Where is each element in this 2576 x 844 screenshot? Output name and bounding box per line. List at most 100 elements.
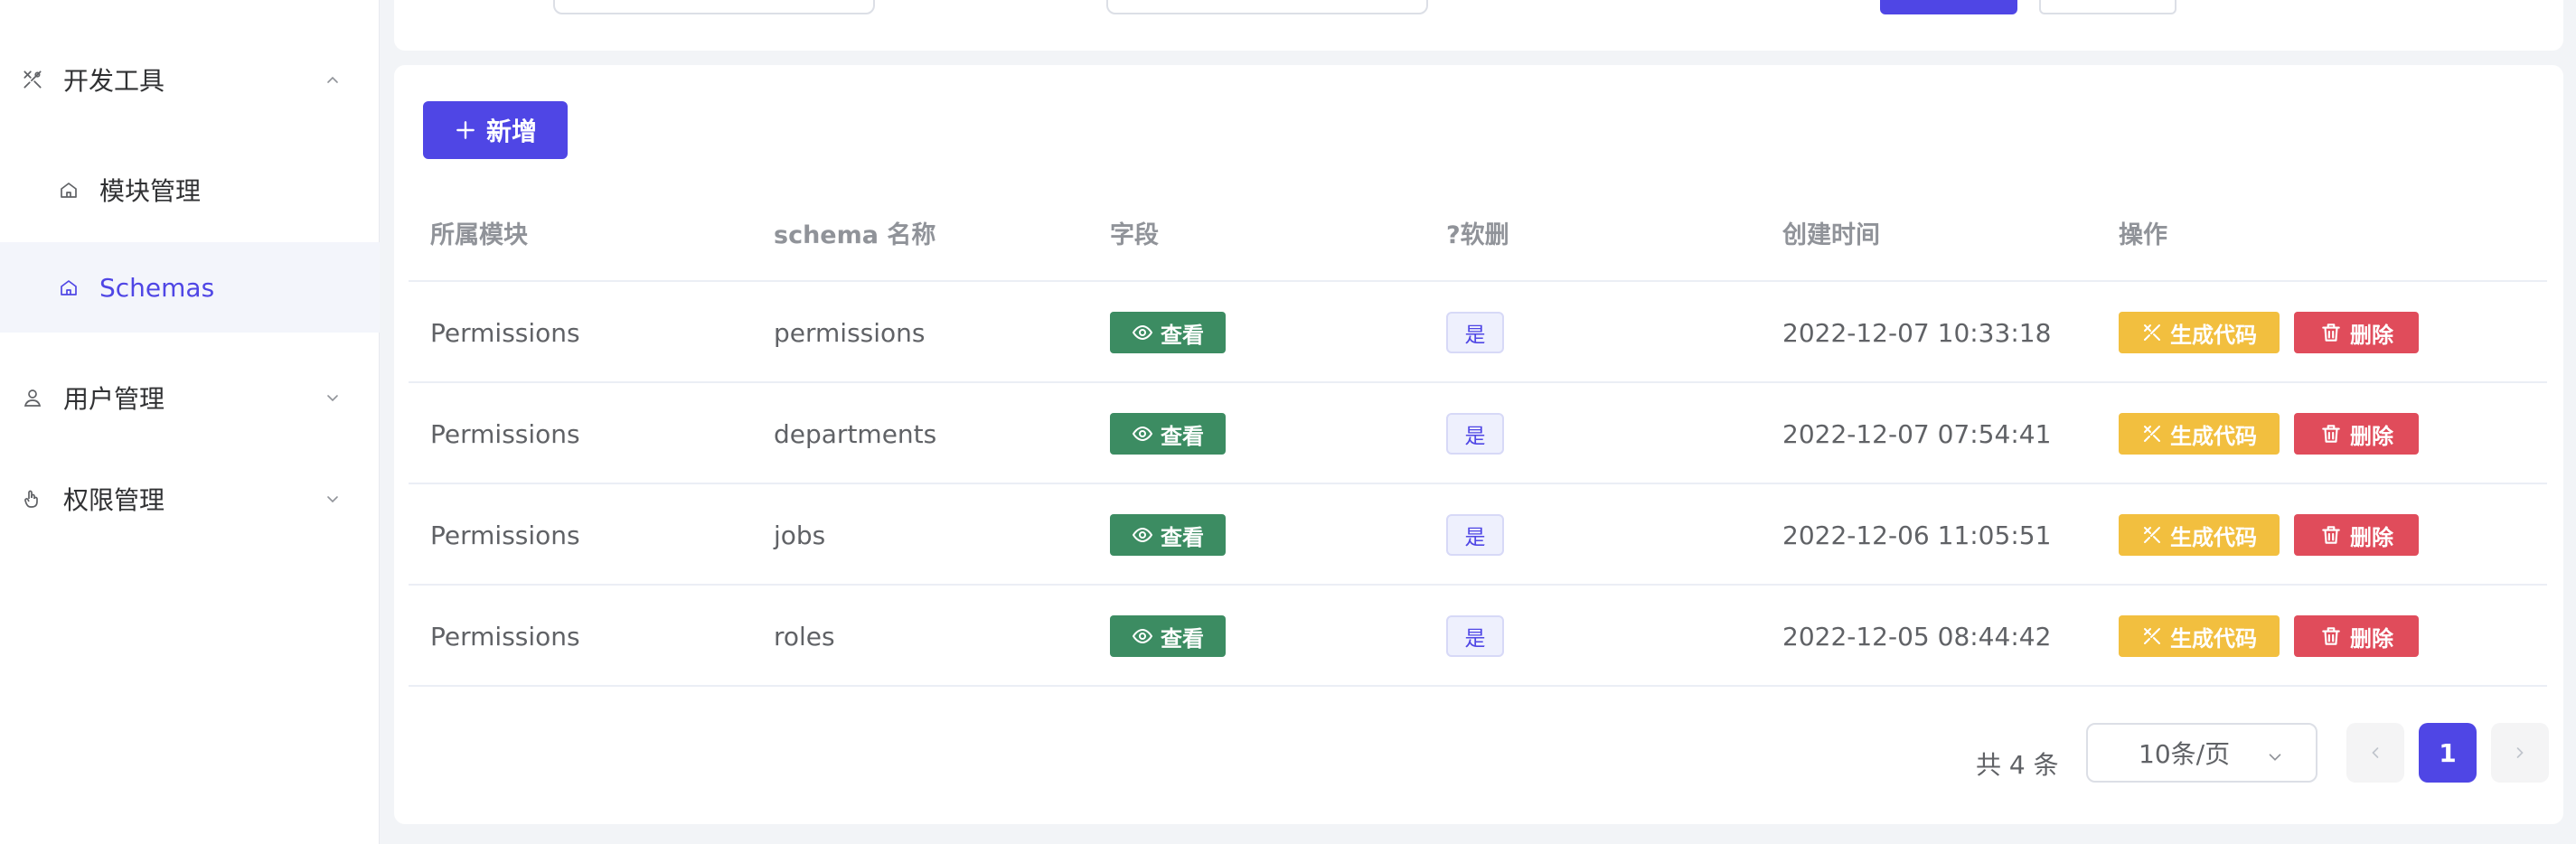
cell-soft-delete: 是: [1446, 484, 1504, 586]
eye-icon: [1132, 426, 1153, 442]
view-label: 查看: [1161, 524, 1204, 550]
view-fields-button[interactable]: 查看: [1110, 312, 1226, 353]
column-header-actions: 操作: [2119, 221, 2167, 249]
menu-group-label: 用户管理: [63, 384, 165, 414]
home-icon: [56, 275, 81, 300]
cell-soft-delete: 是: [1446, 586, 1504, 687]
tools-icon: [2144, 628, 2160, 644]
view-label: 查看: [1161, 423, 1204, 449]
search-button[interactable]: [1880, 0, 2017, 14]
cell-soft-delete: 是: [1446, 282, 1504, 383]
view-fields-button[interactable]: 查看: [1110, 413, 1226, 455]
table-row: Permissions jobs 查看 是 2022-12-06 11:05:5…: [409, 484, 2547, 586]
chevron-down-icon: [2265, 744, 2285, 764]
generate-code-button[interactable]: 生成代码: [2119, 514, 2280, 556]
eye-icon: [1132, 324, 1153, 341]
menu-group-users[interactable]: 用户管理: [0, 352, 380, 443]
soft-delete-tag: 是: [1446, 312, 1504, 353]
page-size-value: 10条/页: [2139, 739, 2231, 769]
trash-icon: [2322, 425, 2340, 443]
cell-fields: 查看: [1110, 282, 1226, 383]
tools-icon: [20, 67, 45, 92]
cell-created-at: 2022-12-07 10:33:18: [1782, 317, 2052, 348]
home-icon: [56, 177, 81, 202]
cell-actions: 生成代码 删除: [2119, 484, 2419, 586]
cell-fields: 查看: [1110, 383, 1226, 484]
delete-label: 删除: [2350, 625, 2393, 652]
page-size-select[interactable]: 10条/页: [2086, 723, 2317, 783]
cell-created-at: 2022-12-05 08:44:42: [1782, 621, 2052, 652]
generate-code-button[interactable]: 生成代码: [2119, 413, 2280, 455]
view-fields-button[interactable]: 查看: [1110, 514, 1226, 556]
cell-module: Permissions: [430, 621, 580, 652]
sidebar-item-schemas[interactable]: Schemas: [0, 242, 380, 333]
eye-icon: [1132, 527, 1153, 543]
delete-button[interactable]: 删除: [2294, 514, 2419, 556]
cell-schema-name: departments: [774, 418, 937, 449]
chevron-right-icon: [2516, 747, 2524, 758]
eye-icon: [1132, 628, 1153, 644]
next-page-button[interactable]: [2491, 723, 2549, 783]
delete-label: 删除: [2350, 322, 2393, 348]
chevron-down-icon: [322, 488, 343, 510]
search-input-2[interactable]: [1106, 0, 1428, 14]
cell-schema-name: roles: [774, 621, 835, 652]
soft-delete-tag: 是: [1446, 413, 1504, 455]
main-card: 新增 所属模块 schema 名称 字段 ?软删 创建时间 操作 Permiss…: [394, 65, 2563, 824]
reset-button[interactable]: [2039, 0, 2176, 14]
trash-icon: [2322, 526, 2340, 544]
delete-label: 删除: [2350, 423, 2393, 449]
search-card: [394, 0, 2563, 51]
cell-actions: 生成代码 删除: [2119, 383, 2419, 484]
chevron-down-icon: [322, 387, 343, 408]
menu-group-label: 权限管理: [63, 485, 165, 515]
table-row: Permissions permissions 查看 是 2022-12-07 …: [409, 282, 2547, 383]
column-header-soft-delete: ?软删: [1446, 221, 1509, 249]
delete-button[interactable]: 删除: [2294, 312, 2419, 353]
cell-module: Permissions: [430, 317, 580, 348]
cell-module: Permissions: [430, 520, 580, 550]
view-label: 查看: [1161, 322, 1204, 348]
cell-created-at: 2022-12-06 11:05:51: [1782, 520, 2052, 550]
tools-icon: [2144, 324, 2160, 341]
chevron-up-icon: [322, 69, 343, 90]
cell-soft-delete: 是: [1446, 383, 1504, 484]
view-fields-button[interactable]: 查看: [1110, 615, 1226, 657]
pagination-total: 共 4 条: [1976, 750, 2059, 780]
generate-label: 生成代码: [2170, 625, 2257, 652]
prev-page-button[interactable]: [2346, 723, 2404, 783]
menu-group-label: 开发工具: [63, 66, 165, 96]
generate-code-button[interactable]: 生成代码: [2119, 615, 2280, 657]
cell-actions: 生成代码 删除: [2119, 282, 2419, 383]
search-input-1[interactable]: [553, 0, 875, 14]
menu-group-dev-tools[interactable]: 开发工具: [0, 34, 380, 125]
soft-delete-tag: 是: [1446, 615, 1504, 657]
generate-code-button[interactable]: 生成代码: [2119, 312, 2280, 353]
table-row: Permissions roles 查看 是 2022-12-05 08:44:…: [409, 586, 2547, 687]
generate-label: 生成代码: [2170, 322, 2257, 348]
column-header-fields: 字段: [1110, 221, 1159, 249]
add-button-label: 新增: [485, 117, 537, 146]
cell-actions: 生成代码 删除: [2119, 586, 2419, 687]
chevron-left-icon: [2372, 747, 2379, 758]
sidebar: 开发工具 模块管理 Schemas 用户管理 权限管理: [0, 0, 380, 844]
generate-label: 生成代码: [2170, 524, 2257, 550]
delete-button[interactable]: 删除: [2294, 615, 2419, 657]
table-row: Permissions departments 查看 是 2022-12-07 …: [409, 383, 2547, 484]
cell-schema-name: permissions: [774, 317, 926, 348]
sidebar-item-label: 模块管理: [99, 176, 202, 206]
hand-icon: [20, 486, 45, 511]
sidebar-item-modules[interactable]: 模块管理: [0, 145, 380, 235]
column-header-schema-name: schema 名称: [774, 221, 936, 249]
generate-label: 生成代码: [2170, 423, 2257, 449]
table-header: 所属模块 schema 名称 字段 ?软删 创建时间 操作: [409, 183, 2547, 282]
sidebar-item-label: Schemas: [99, 272, 215, 303]
page-number-1[interactable]: 1: [2419, 723, 2477, 783]
cell-fields: 查看: [1110, 484, 1226, 586]
add-button[interactable]: 新增: [423, 101, 568, 159]
menu-group-permissions[interactable]: 权限管理: [0, 454, 380, 544]
delete-button[interactable]: 删除: [2294, 413, 2419, 455]
trash-icon: [2322, 627, 2340, 645]
tools-icon: [2144, 426, 2160, 442]
cell-module: Permissions: [430, 418, 580, 449]
